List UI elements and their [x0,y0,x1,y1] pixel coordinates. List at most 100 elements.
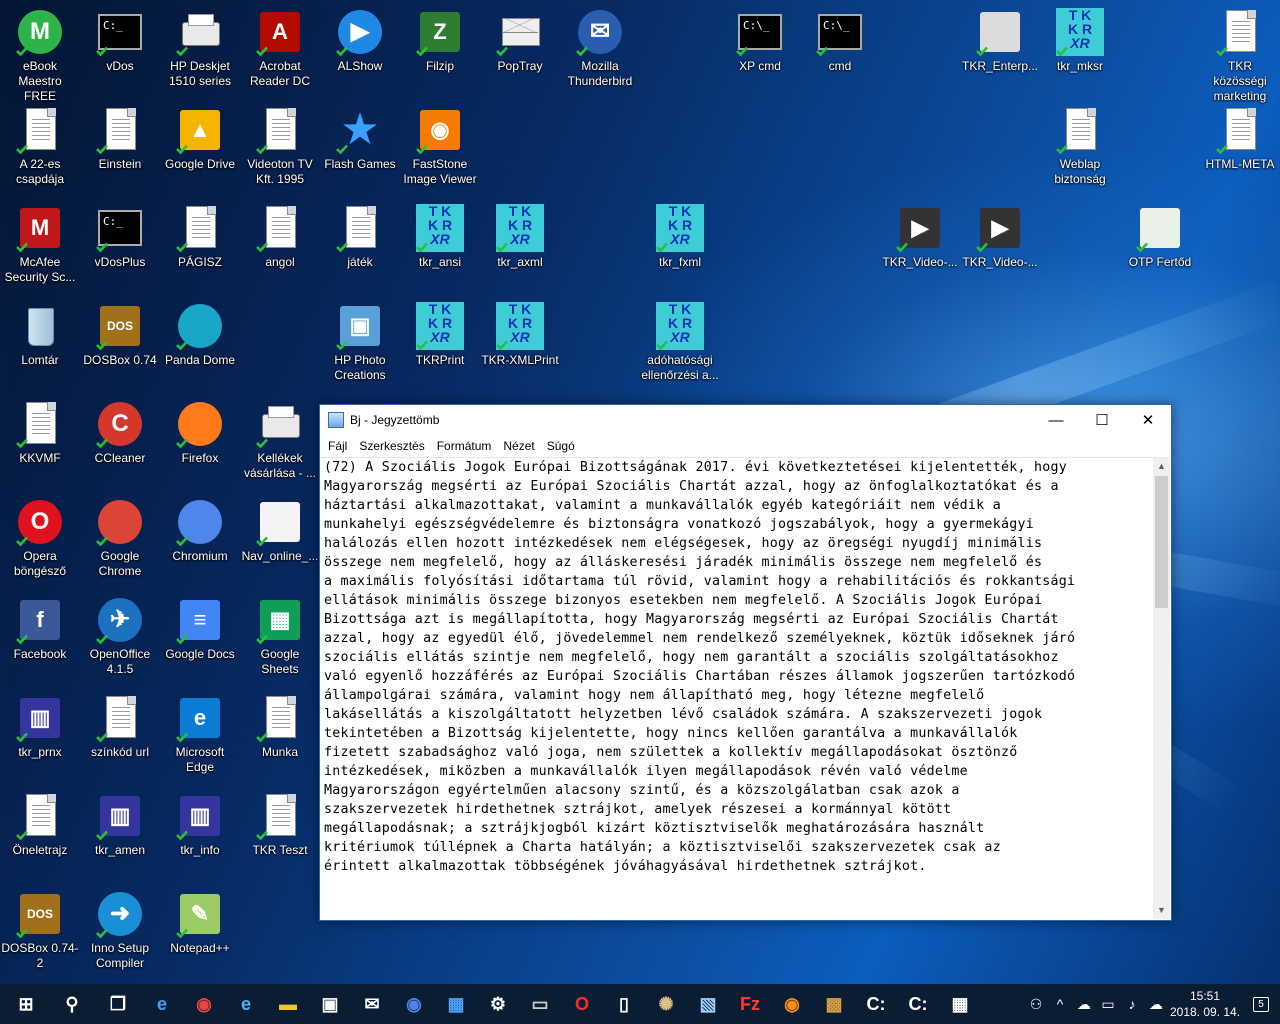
calculator-taskbar-icon[interactable]: ▦ [939,984,981,1024]
html-meta-icon[interactable]: HTML-META [1200,98,1280,172]
ie-taskbar-icon[interactable]: e [225,984,267,1024]
mail-taskbar-icon[interactable]: ✉ [351,984,393,1024]
search-icon[interactable]: ⚲ [49,984,95,1024]
clock[interactable]: 15:51 2018. 09. 14. [1168,988,1242,1020]
menu-view[interactable]: Nézet [497,439,540,453]
vertical-scrollbar[interactable]: ▲ ▼ [1153,458,1170,919]
tkr-teszt-icon[interactable]: TKR Teszt [240,784,320,858]
menu-format[interactable]: Formátum [431,439,498,453]
mcafee-icon[interactable]: M McAfee Security Sc... [0,196,80,285]
a22-icon[interactable]: A 22-es csapdája [0,98,80,187]
dosbox-icon[interactable]: DOS DOSBox 0.74 [80,294,160,368]
dosbox-taskbar-icon[interactable]: ▩ [813,984,855,1024]
volume-icon[interactable]: ♪ [1120,984,1144,1024]
task-view-icon[interactable]: ❐ [95,984,141,1024]
tkr-xmlprint-icon[interactable]: T KK R XR TKR-XMLPrint [480,294,560,368]
microsoft-edge-icon[interactable]: e Microsoft Edge [160,686,240,775]
google-docs-icon[interactable]: ≡ Google Docs [160,588,240,662]
faststone-icon[interactable]: ◉ FastStone Image Viewer [400,98,480,187]
google-sheets-icon[interactable]: ▦ Google Sheets [240,588,320,677]
videoton-icon[interactable]: Videoton TV Kft. 1995 [240,98,320,187]
notification-center-icon[interactable]: 5 [1242,984,1280,1024]
firefox-icon[interactable]: Firefox [160,392,240,466]
google-chrome-icon[interactable]: Google Chrome [80,490,160,579]
acrobat-reader-icon[interactable]: A Acrobat Reader DC [240,0,320,89]
google-drive-icon[interactable]: ▲ Google Drive [160,98,240,172]
paint-taskbar-icon[interactable]: ✺ [645,984,687,1024]
edge-taskbar-icon[interactable]: e [141,984,183,1024]
tkr-mksr-icon[interactable]: T KK R XR tkr_mksr [1040,0,1120,74]
menu-file[interactable]: Fájl [322,439,353,453]
ebook-maestro-icon[interactable]: MeBook Maestro FREE [0,0,80,104]
text-area[interactable]: (72) A Szociális Jogok Európai Bizottság… [321,457,1170,919]
start-button[interactable]: ⊞ [3,984,49,1024]
opera-icon[interactable]: O Opera böngésző [0,490,80,579]
explorer-taskbar-icon[interactable]: ▬ [267,984,309,1024]
chrome-taskbar-icon[interactable]: ◉ [183,984,225,1024]
otp-fertod-icon[interactable]: OTP Fertőd [1120,196,1200,270]
adohatosagi-icon[interactable]: T KK R XR adóhatósági ellenőrzési a... [640,294,720,383]
inno-setup-icon[interactable]: ➜ Inno Setup Compiler [80,882,160,971]
vdos-icon[interactable]: C:_ vDos [80,0,160,74]
thunderbird-taskbar-icon[interactable]: ◉ [393,984,435,1024]
tkr-video2-icon[interactable]: ▶ TKR_Video-... [960,196,1040,270]
cmd-icon[interactable]: C:\_ cmd [800,0,880,74]
network-icon[interactable]: ▭ [1096,984,1120,1024]
ccleaner-icon[interactable]: C CCleaner [80,392,160,466]
chromium-icon[interactable]: Chromium [160,490,240,564]
angol-icon[interactable]: angol [240,196,320,270]
kkvmf-icon[interactable]: KKVMF [0,392,80,466]
tkr-kozossegi-icon[interactable]: TKR közösségi marketing [1200,0,1280,104]
tkr-ansi-icon[interactable]: T KK R XR tkr_ansi [400,196,480,270]
onedrive-icon[interactable]: ☁ [1072,984,1096,1024]
scrollbar-thumb[interactable] [1155,476,1168,608]
notepad-taskbar-icon[interactable]: ▧ [687,984,729,1024]
tkr-axml-icon[interactable]: T KK R XR tkr_axml [480,196,560,270]
menu-edit[interactable]: Szerkesztés [353,439,430,453]
einstein-icon[interactable]: Einstein [80,98,160,172]
pagisz-icon[interactable]: PÁGISZ [160,196,240,270]
oneletrajz-icon[interactable]: Öneletrajz [0,784,80,858]
vdosplus-taskbar-icon[interactable]: C: [897,984,939,1024]
maximize-button[interactable]: ☐ [1079,405,1125,435]
scroll-up-icon[interactable]: ▲ [1153,458,1170,475]
people-icon[interactable]: ⚇ [1024,984,1048,1024]
flash-games-icon[interactable]: ★ Flash Games [320,98,400,172]
minimize-button[interactable]: — [1033,405,1079,435]
cmd-taskbar-icon[interactable]: ▭ [519,984,561,1024]
menu-help[interactable]: Súgó [541,439,581,453]
store-taskbar-icon[interactable]: ▣ [309,984,351,1024]
filzip-icon[interactable]: Z Filzip [400,0,480,74]
notepad-title-bar[interactable]: Bj - Jegyzettömb — ☐ ✕ [320,405,1171,435]
scroll-down-icon[interactable]: ▼ [1153,902,1170,919]
hp-deskjet-icon[interactable]: HP Deskjet 1510 series [160,0,240,89]
weblap-icon[interactable]: Weblap biztonság [1040,98,1120,187]
close-button[interactable]: ✕ [1125,405,1171,435]
panda-dome-icon[interactable]: Panda Dome [160,294,240,368]
szinkod-url-icon[interactable]: színkód url [80,686,160,760]
app-taskbar-icon[interactable]: ▦ [435,984,477,1024]
opera-taskbar-icon[interactable]: O [561,984,603,1024]
hp-photo-icon[interactable]: ▣ HP Photo Creations [320,294,400,383]
document-taskbar-icon[interactable]: ▯ [603,984,645,1024]
poptray-icon[interactable]: PopTray [480,0,560,74]
munka-icon[interactable]: Munka [240,686,320,760]
chevron-up-icon[interactable]: ^ [1048,984,1072,1024]
notepad-window[interactable]: Bj - Jegyzettömb — ☐ ✕ Fájl Szerkesztés … [319,404,1172,921]
facebook-icon[interactable]: f Facebook [0,588,80,662]
tkr-prnx-icon[interactable]: ▥ tkr_prnx [0,686,80,760]
cloud-icon[interactable]: ☁ [1144,984,1168,1024]
tkr-amen-icon[interactable]: ▥ tkr_amen [80,784,160,858]
tkr-video1-icon[interactable]: ▶ TKR_Video-... [880,196,960,270]
document-text[interactable]: (72) A Szociális Jogok Európai Bizottság… [324,458,1152,919]
thunderbird-icon[interactable]: ✉ Mozilla Thunderbird [560,0,640,89]
vdos-taskbar-icon[interactable]: C: [855,984,897,1024]
nav-online-icon[interactable]: Nav_online_... [240,490,320,564]
tkr-enterp-icon[interactable]: TKR_Enterp... [960,0,1040,74]
settings-taskbar-icon[interactable]: ⚙ [477,984,519,1024]
xp-cmd-icon[interactable]: C:\_ XP cmd [720,0,800,74]
filezilla-taskbar-icon[interactable]: Fz [729,984,771,1024]
vdosplus-icon[interactable]: C:_ vDosPlus [80,196,160,270]
alshow-icon[interactable]: ▶ ALShow [320,0,400,74]
openoffice-icon[interactable]: ✈ OpenOffice 4.1.5 [80,588,160,677]
